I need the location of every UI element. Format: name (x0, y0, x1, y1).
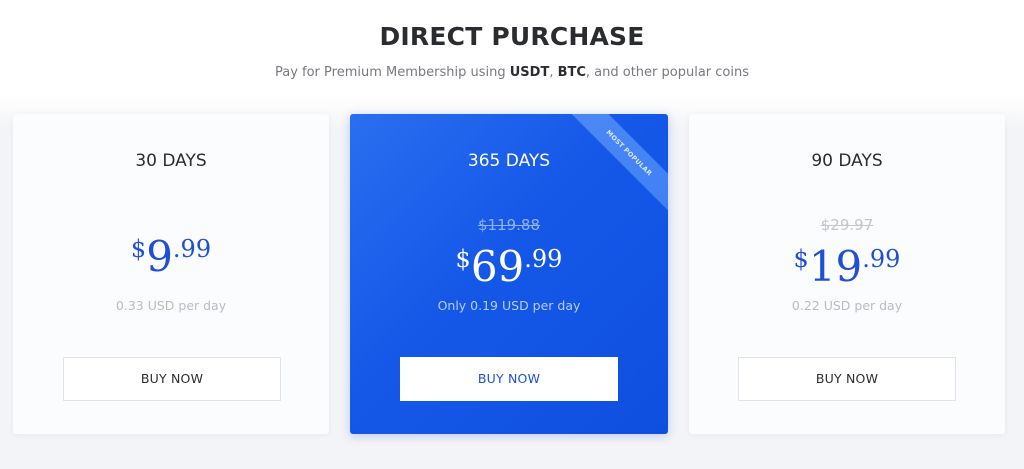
price-cents: .99 (524, 245, 563, 273)
currency-symbol: $ (130, 235, 147, 263)
plan-price: $69.99 (350, 246, 668, 288)
page-subtitle: Pay for Premium Membership using USDT, B… (0, 65, 1024, 80)
currency-symbol: $ (455, 245, 471, 273)
plan-price: $9.99 (13, 236, 329, 278)
plan-card-365-days: MOST POPULAR 365 DAYS $119.88 $69.99 Onl… (350, 114, 668, 434)
plan-name: 365 DAYS (467, 151, 551, 171)
currency-symbol: $ (793, 245, 809, 273)
plan-card-30-days: 30 DAYS $9.99 0.33 USD per day BUY NOW (13, 114, 329, 434)
price-main: 9 (146, 232, 173, 281)
buy-now-button-365-days[interactable]: BUY NOW (400, 357, 618, 401)
price-cents: .99 (862, 245, 901, 273)
price-main: 19 (808, 242, 863, 291)
plan-name: 90 DAYS (811, 151, 883, 171)
per-day-price: 0.22 USD per day (791, 298, 903, 313)
page-title: DIRECT PURCHASE (379, 22, 645, 51)
plan-price: $19.99 (689, 246, 1005, 288)
coin-btc: BTC (557, 65, 586, 80)
buy-now-button-90-days[interactable]: BUY NOW (738, 357, 956, 401)
subtitle-separator: , (549, 65, 558, 80)
price-main: 69 (470, 242, 525, 291)
price-cents: .99 (172, 235, 212, 263)
coin-usdt: USDT (509, 65, 550, 80)
original-price: $29.97 (820, 216, 874, 234)
per-day-price: 0.33 USD per day (115, 298, 227, 313)
original-price: $119.88 (477, 216, 541, 234)
subtitle-prefix: Pay for Premium Membership using (274, 65, 510, 80)
subtitle-suffix: , and other popular coins (585, 65, 750, 80)
buy-now-button-30-days[interactable]: BUY NOW (63, 357, 281, 401)
plan-card-90-days: 90 DAYS $29.97 $19.99 0.22 USD per day B… (689, 114, 1005, 434)
per-day-price: Only 0.19 USD per day (437, 298, 581, 313)
plan-name: 30 DAYS (135, 151, 207, 171)
